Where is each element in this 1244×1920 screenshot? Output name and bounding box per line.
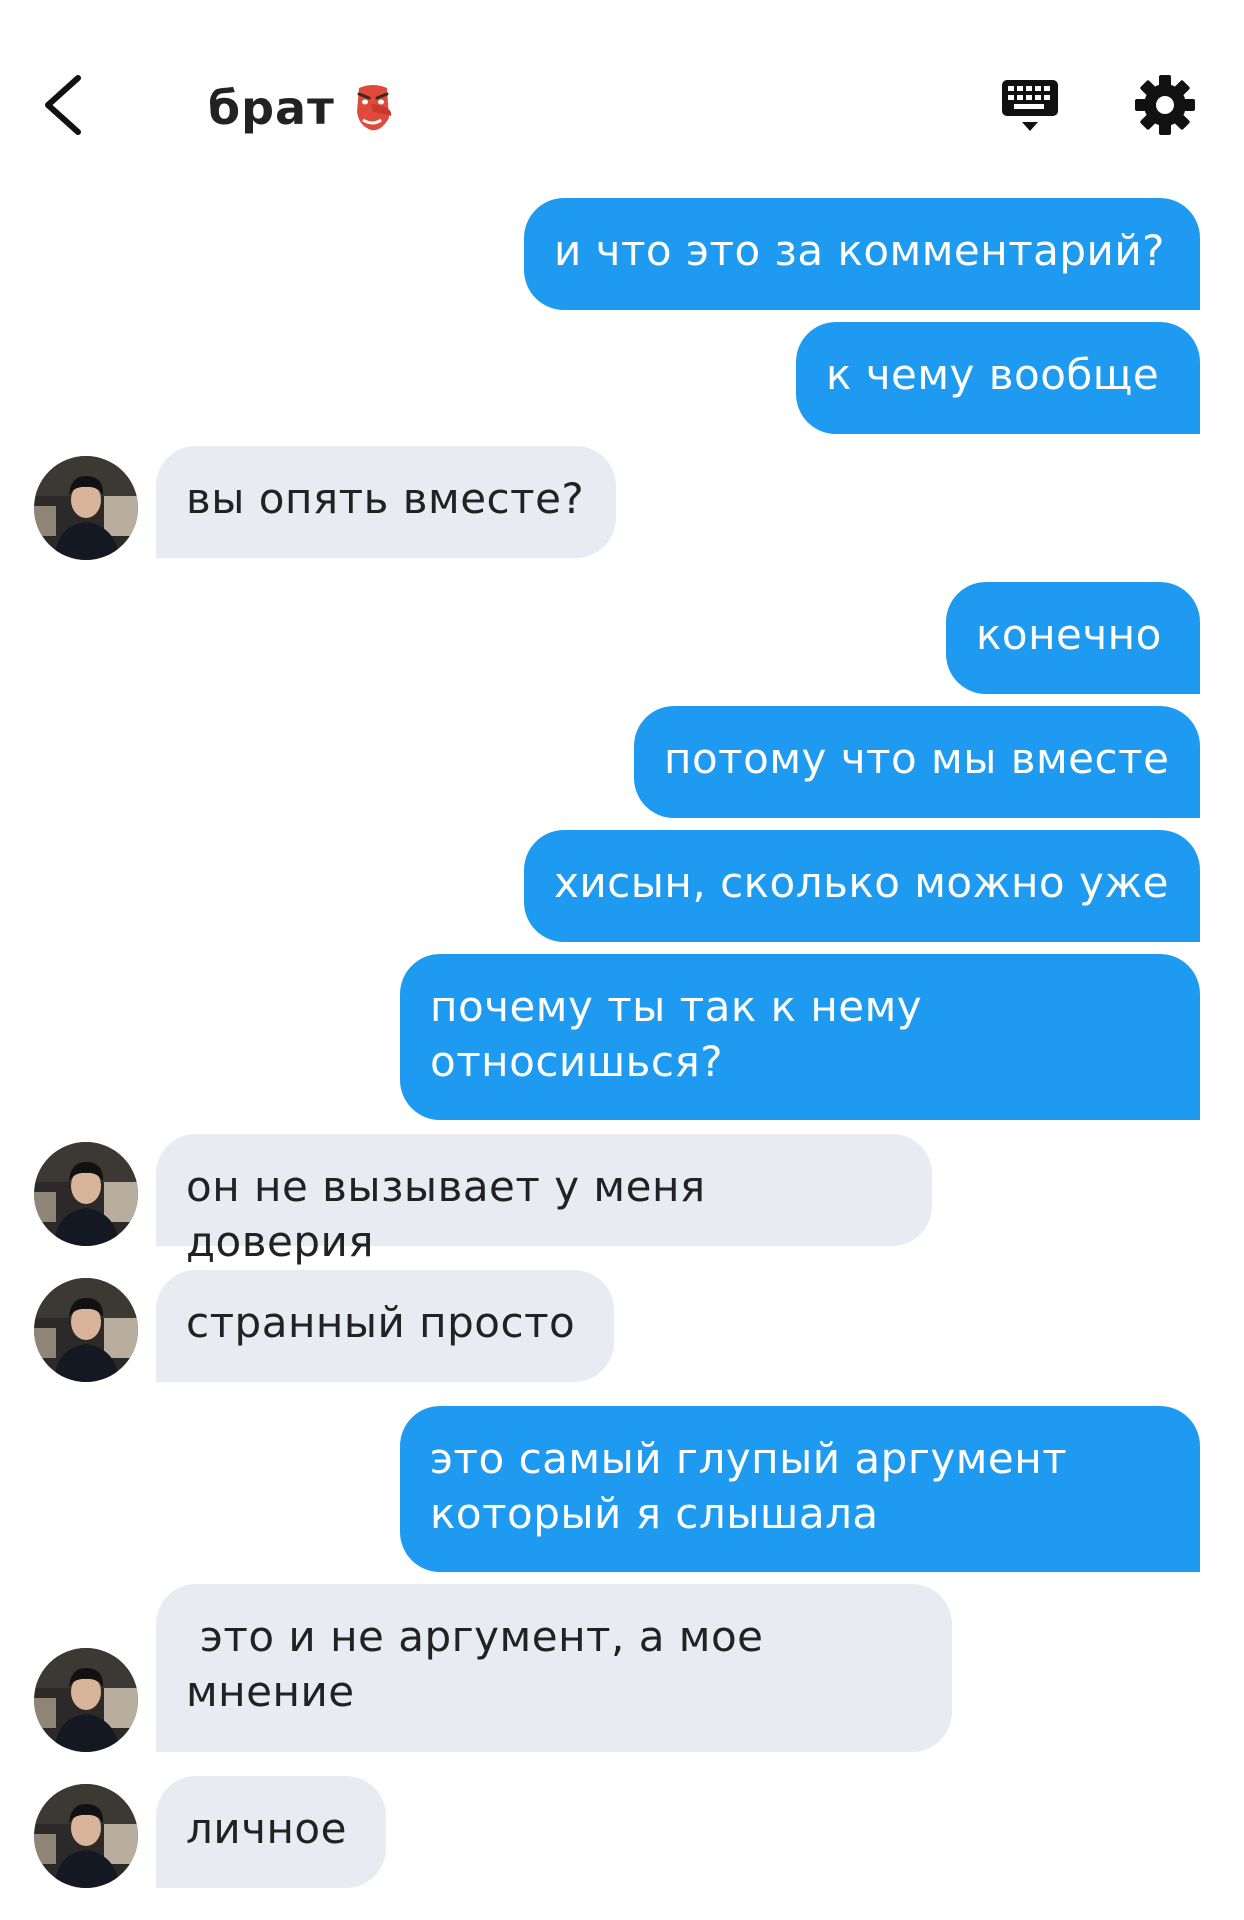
avatar[interactable] [34, 1278, 138, 1382]
tengu-mask-emoji [356, 82, 391, 131]
message-outgoing[interactable]: конечно [946, 582, 1200, 694]
message-outgoing[interactable]: это самый глупый аргумент который я слыш… [400, 1406, 1200, 1572]
avatar-photo [34, 1142, 138, 1246]
avatar-photo [34, 1278, 138, 1382]
message-outgoing[interactable]: и что это за комментарий? [524, 198, 1200, 310]
avatar[interactable] [34, 1142, 138, 1246]
avatar-photo [34, 1648, 138, 1752]
avatar[interactable] [34, 456, 138, 560]
chevron-left-icon [45, 75, 81, 135]
message-incoming[interactable]: странный просто [156, 1270, 614, 1382]
message-outgoing[interactable]: к чему вообще [796, 322, 1200, 434]
keyboard-button[interactable] [1000, 76, 1060, 136]
avatar-photo [34, 456, 138, 560]
avatar[interactable] [34, 1784, 138, 1888]
keyboard-icon [1002, 80, 1058, 131]
avatar[interactable] [34, 1648, 138, 1752]
gear-icon [1135, 75, 1195, 135]
chat-title: брат [208, 81, 335, 135]
chat-header: брат [0, 0, 1244, 190]
settings-button[interactable] [1134, 74, 1196, 136]
message-outgoing[interactable]: хисын, сколько можно уже [524, 830, 1200, 942]
message-incoming[interactable]: личное [156, 1776, 386, 1888]
message-incoming[interactable]: он не вызывает у меня доверия [156, 1134, 932, 1266]
message-outgoing[interactable]: почему ты так к нему относишься? [400, 954, 1200, 1120]
message-incoming[interactable]: это и не аргумент, а мое мнение [156, 1584, 952, 1752]
avatar-photo [34, 1784, 138, 1888]
chat-title-area[interactable]: брат [208, 76, 393, 140]
back-button[interactable] [38, 70, 88, 140]
message-outgoing[interactable]: потому что мы вместе [634, 706, 1200, 818]
message-incoming[interactable]: вы опять вместе? [156, 446, 616, 558]
